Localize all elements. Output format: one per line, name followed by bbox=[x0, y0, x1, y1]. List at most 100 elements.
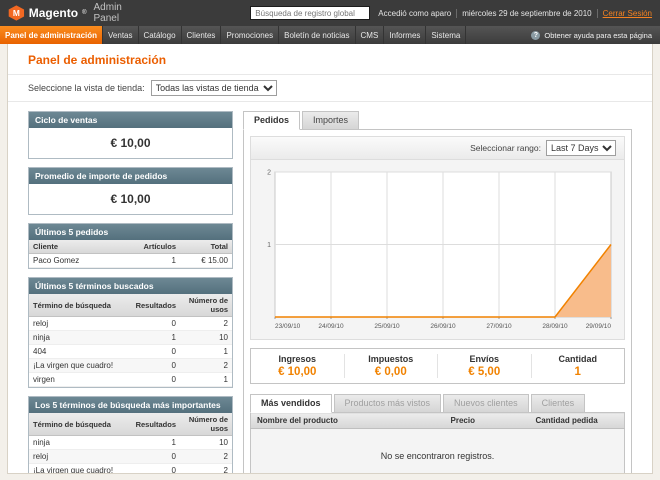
logged-in-as: Accedió como aparo bbox=[378, 9, 451, 18]
header-divider bbox=[456, 9, 457, 18]
stat-label: Ingresos bbox=[251, 354, 344, 364]
search-term-row[interactable]: ninja 1 10 bbox=[29, 331, 232, 345]
nav-item-ventas[interactable]: Ventas bbox=[103, 26, 138, 44]
search-term-row[interactable]: ¡La virgen que cuadro! 0 2 bbox=[29, 464, 232, 475]
average-orders-value: € 10,00 bbox=[29, 184, 232, 214]
top-search-terms-table: Término de búsqueda Resultados Número de… bbox=[29, 413, 232, 474]
search-term-row[interactable]: ninja 1 10 bbox=[29, 436, 232, 450]
empty-row: No se encontraron registros. bbox=[251, 429, 625, 475]
col-header: Resultados bbox=[132, 294, 180, 317]
nav-item-boletin[interactable]: Boletín de noticias bbox=[279, 26, 355, 44]
lifetime-sales-value: € 10,00 bbox=[29, 128, 232, 158]
stat-value: € 10,00 bbox=[251, 366, 344, 378]
header-session-info: Accedió como aparo miércoles 29 de septi… bbox=[378, 9, 652, 18]
col-header: Término de búsqueda bbox=[29, 294, 132, 317]
store-view-label: Seleccione la vista de tienda: bbox=[28, 83, 145, 93]
help-label: Obtener ayuda para esta página bbox=[544, 31, 652, 40]
stats-bar: Ingresos € 10,00 Impuestos € 0,00 Envíos… bbox=[250, 348, 625, 384]
global-search-input[interactable] bbox=[250, 6, 370, 20]
svg-text:27/09/10: 27/09/10 bbox=[486, 323, 512, 330]
chart-wrap: 23/09/1024/09/1025/09/1026/09/1027/09/10… bbox=[251, 160, 624, 339]
current-date: miércoles 29 de septiembre de 2010 bbox=[462, 9, 591, 18]
col-header: Término de búsqueda bbox=[29, 413, 132, 436]
svg-text:25/09/10: 25/09/10 bbox=[374, 323, 400, 330]
page-title: Panel de administración bbox=[8, 44, 652, 74]
content-panel: Panel de administración Seleccione la vi… bbox=[7, 44, 653, 474]
dashboard-columns: Ciclo de ventas € 10,00 Promedio de impo… bbox=[8, 102, 652, 474]
col-header: Cliente bbox=[29, 240, 139, 254]
search-term-row[interactable]: reloj 0 2 bbox=[29, 450, 232, 464]
last-orders-table: Cliente Artículos Total Paco Gomez 1 € 1… bbox=[29, 240, 232, 268]
store-view-row: Seleccione la vista de tienda: Todas las… bbox=[8, 75, 652, 101]
stat-label: Impuestos bbox=[345, 354, 438, 364]
help-icon: ? bbox=[531, 31, 540, 40]
left-column: Ciclo de ventas € 10,00 Promedio de impo… bbox=[28, 111, 233, 474]
products-table: Nombre del producto Precio Cantidad pedi… bbox=[250, 412, 625, 474]
col-header: Precio bbox=[445, 413, 530, 429]
nav-item-informes[interactable]: Informes bbox=[384, 26, 426, 44]
svg-text:2: 2 bbox=[267, 170, 271, 177]
search-term-row[interactable]: reloj 0 2 bbox=[29, 317, 232, 331]
col-header: Artículos bbox=[139, 240, 180, 254]
svg-text:29/09/10: 29/09/10 bbox=[585, 323, 611, 330]
magento-logo-icon: M bbox=[8, 4, 25, 22]
logo-registered-mark: ® bbox=[82, 10, 86, 16]
right-column: Pedidos Importes Seleccionar rango: Last… bbox=[243, 111, 632, 474]
last-search-terms-title: Últimos 5 términos buscados bbox=[29, 278, 232, 294]
nav-item-clientes[interactable]: Clientes bbox=[182, 26, 222, 44]
col-header: Número de usos bbox=[180, 413, 232, 436]
bottom-tabs: Más vendidos Productos más vistos Nuevos… bbox=[250, 394, 625, 412]
svg-text:1: 1 bbox=[267, 242, 271, 249]
stat-ingresos: Ingresos € 10,00 bbox=[251, 354, 344, 378]
col-header: Cantidad pedida bbox=[530, 413, 625, 429]
svg-text:26/09/10: 26/09/10 bbox=[430, 323, 456, 330]
tab-clientes[interactable]: Clientes bbox=[531, 394, 586, 413]
last-search-terms-panel: Últimos 5 términos buscados Término de b… bbox=[28, 277, 233, 388]
range-select[interactable]: Last 7 Days bbox=[546, 140, 616, 156]
nav-item-catalogo[interactable]: Catálogo bbox=[139, 26, 182, 44]
search-term-row[interactable]: 404 0 1 bbox=[29, 345, 232, 359]
magento-logo[interactable]: M Magento ® Admin Panel bbox=[8, 2, 146, 24]
orders-chart: 23/09/1024/09/1025/09/1026/09/1027/09/10… bbox=[257, 164, 619, 332]
tab-importes[interactable]: Importes bbox=[302, 111, 359, 130]
nav-item-promociones[interactable]: Promociones bbox=[221, 26, 279, 44]
logo-text: Magento bbox=[29, 6, 78, 20]
search-term-row[interactable]: ¡La virgen que cuadro! 0 2 bbox=[29, 359, 232, 373]
chart-panel: Seleccionar rango: Last 7 Days 23/09/102… bbox=[250, 136, 625, 340]
tab-mas-vendidos[interactable]: Más vendidos bbox=[250, 394, 332, 413]
tab-nuevos-clientes[interactable]: Nuevos clientes bbox=[443, 394, 529, 413]
stat-envios: Envíos € 5,00 bbox=[437, 354, 531, 378]
dashboard-main-box: Seleccionar rango: Last 7 Days 23/09/102… bbox=[243, 129, 632, 474]
order-row[interactable]: Paco Gomez 1 € 15.00 bbox=[29, 254, 232, 268]
last-orders-title: Últimos 5 pedidos bbox=[29, 224, 232, 240]
svg-text:24/09/10: 24/09/10 bbox=[318, 323, 344, 330]
top-header: M Magento ® Admin Panel Accedió como apa… bbox=[0, 0, 660, 26]
tab-productos-mas-vistos[interactable]: Productos más vistos bbox=[334, 394, 442, 413]
stat-value: € 5,00 bbox=[438, 366, 531, 378]
logout-link[interactable]: Cerrar Sesión bbox=[603, 9, 652, 18]
stat-label: Envíos bbox=[438, 354, 531, 364]
stat-cantidad: Cantidad 1 bbox=[531, 354, 625, 378]
header-divider bbox=[597, 9, 598, 18]
dashboard-tabs: Pedidos Importes bbox=[243, 111, 632, 129]
tab-pedidos[interactable]: Pedidos bbox=[243, 111, 300, 130]
empty-message: No se encontraron registros. bbox=[251, 429, 625, 475]
logo-subtitle: Admin Panel bbox=[94, 2, 147, 24]
lifetime-sales-title: Ciclo de ventas bbox=[29, 112, 232, 128]
store-view-select[interactable]: Todas las vistas de tienda bbox=[151, 80, 277, 96]
search-term-row[interactable]: virgen 0 1 bbox=[29, 373, 232, 387]
stat-impuestos: Impuestos € 0,00 bbox=[344, 354, 438, 378]
average-orders-panel: Promedio de importe de pedidos € 10,00 bbox=[28, 167, 233, 215]
stat-label: Cantidad bbox=[532, 354, 625, 364]
col-header: Nombre del producto bbox=[251, 413, 445, 429]
top-search-terms-title: Los 5 términos de búsqueda más important… bbox=[29, 397, 232, 413]
top-search-terms-panel: Los 5 términos de búsqueda más important… bbox=[28, 396, 233, 474]
help-link[interactable]: ? Obtener ayuda para esta página bbox=[523, 26, 660, 44]
nav-item-cms[interactable]: CMS bbox=[356, 26, 385, 44]
col-header: Total bbox=[180, 240, 232, 254]
nav-item-sistema[interactable]: Sistema bbox=[426, 26, 466, 44]
main-nav: Panel de administración Ventas Catálogo … bbox=[0, 26, 660, 44]
last-search-terms-table: Término de búsqueda Resultados Número de… bbox=[29, 294, 232, 387]
nav-item-dashboard[interactable]: Panel de administración bbox=[0, 26, 103, 44]
col-header: Número de usos bbox=[180, 294, 232, 317]
